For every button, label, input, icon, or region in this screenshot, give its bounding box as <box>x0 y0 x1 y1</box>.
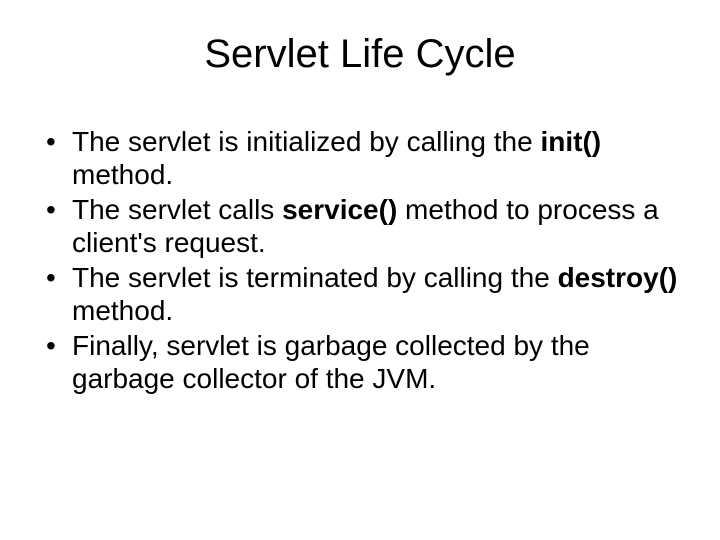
bullet-text-pre: Finally, servlet is garbage collected by… <box>72 330 590 394</box>
bullet-text-pre: The servlet is initialized by calling th… <box>72 126 540 157</box>
slide-title: Servlet Life Cycle <box>36 32 684 77</box>
bullet-text-pre: The servlet calls <box>72 194 282 225</box>
bullet-text-post: method. <box>72 159 173 190</box>
bullet-text-strong: init() <box>540 126 601 157</box>
list-item: The servlet calls service() method to pr… <box>42 193 684 259</box>
slide: Servlet Life Cycle The servlet is initia… <box>0 0 720 540</box>
bullet-text-pre: The servlet is terminated by calling the <box>72 262 558 293</box>
bullet-text-post: method. <box>72 295 173 326</box>
list-item: Finally, servlet is garbage collected by… <box>42 329 684 395</box>
bullet-list: The servlet is initialized by calling th… <box>42 125 684 395</box>
bullet-text-strong: service() <box>282 194 397 225</box>
list-item: The servlet is terminated by calling the… <box>42 261 684 327</box>
bullet-text-strong: destroy() <box>558 262 678 293</box>
list-item: The servlet is initialized by calling th… <box>42 125 684 191</box>
